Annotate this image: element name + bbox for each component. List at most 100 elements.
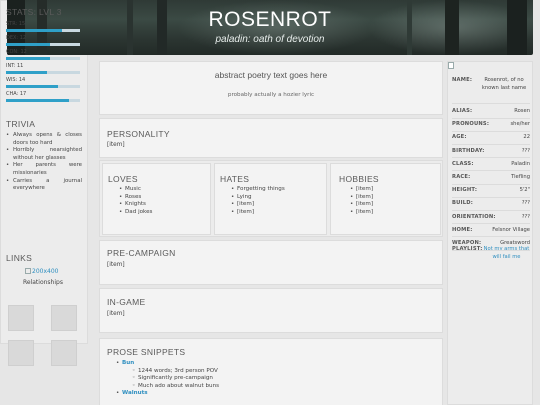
list-item: Music [119,186,152,194]
stat-bar [6,29,80,32]
profile-row: BIRTHDAY:??? [452,148,530,154]
list-item: Forgetting things [231,186,285,194]
stat-bar [6,71,80,74]
list-item: [item] [231,209,285,217]
profile-row: PRONOUNS: she/her [452,121,530,127]
profile-value: ??? [521,213,530,220]
page-subtitle: paladin: oath of devotion [215,34,325,45]
stat-bar-fill [6,43,51,46]
prose-heading: PROSE SNIPPETS [107,347,186,357]
profile-row: HOME: Felsnor Village [452,227,530,233]
list-item: Roses [119,194,152,202]
hobbies-heading: HOBBIES [339,174,379,184]
hates-list: Forgetting things Lying [item] [item] [231,186,285,216]
ingame-item: [item] [107,311,125,317]
precampaign-item: [item] [107,262,125,268]
header-banner: ROSENROT paladin: oath of devotion [7,0,533,55]
profile-value: Tiefling [511,174,530,180]
broken-image-icon [25,268,31,274]
profile-key: NAME: [452,77,473,83]
trivia-item: Her parents were missionaries [6,162,82,177]
profile-key: ORIENTATION: [452,213,496,220]
profile-row: ORIENTATION:??? [452,214,530,220]
poetry-panel: abstract poetry text goes here probably … [99,61,443,115]
profile-row: BUILD:??? [452,200,530,206]
loves-list: Music Roses Knights Dad jokes [119,186,152,216]
thumbnail-image[interactable] [51,340,77,366]
profile-key: HEIGHT: [452,187,478,194]
links-image[interactable]: 200x400 [25,268,58,275]
list-item: Knights [119,201,152,209]
profile-row: WEAPON: Greatsword [452,240,530,246]
profile-value: 22 [523,134,530,141]
stat-label: CHA: 17 [6,91,27,97]
prose-link-walnuts[interactable]: Walnuts [122,390,148,396]
stat-label: INT: 11 [6,63,24,69]
relationships-link[interactable]: Relationships [23,279,63,286]
stat-label: WIS: 14 [6,77,26,83]
stat-bar-fill [6,57,51,60]
trivia-list: Always opens & closes doors too hard Hor… [6,132,82,193]
list-item: Dad jokes [119,209,152,217]
prose-detail: Significantly pre-campaign [138,375,213,382]
profile-row: CLASS: Paladin [452,161,530,167]
page-title: ROSENROT [208,8,332,31]
personality-heading: PERSONALITY [107,129,170,139]
profile-key: BIRTHDAY: [452,147,485,154]
profile-name-value: Rosenrot, of no known last name [481,77,527,91]
broken-image-icon [448,62,454,69]
profile-value: Felsnor Village [492,226,530,233]
links-heading: LINKS [6,253,33,263]
thumbnail-image[interactable] [8,305,34,331]
profile-value: ??? [521,200,530,207]
traits-panel: LOVES Music Roses Knights Dad jokes HATE… [99,160,443,237]
list-item: [item] [231,201,285,209]
profile-name-row: NAME: Rosenrot, of no known last name [452,77,530,91]
precampaign-panel: PRE-CAMPAIGN [item] [99,240,443,285]
list-item: [item] [350,201,373,209]
loves-box: LOVES Music Roses Knights Dad jokes [102,163,211,235]
trivia-heading: TRIVIA [6,119,36,129]
stat-bar [6,99,80,102]
stats-heading: STATS: LVL 3 [6,7,62,17]
thumbnail-image[interactable] [51,305,77,331]
profile-row: HEIGHT: 5'2" [452,187,530,193]
ingame-heading: IN-GAME [107,297,146,307]
prose-detail: Much ado about walnut buns [138,382,220,389]
profile-value: 5'2" [519,187,530,194]
profile-value: she/her [510,121,530,128]
personality-panel: PERSONALITY [item] [99,118,443,158]
precampaign-heading: PRE-CAMPAIGN [107,248,176,258]
profile-row: AGE: 22 [452,134,530,140]
playlist-link[interactable]: Not my arms that will fail me [483,246,530,261]
list-item: [item] [350,209,373,217]
profile-row: RACE: Tiefling [452,174,530,180]
profile-key: HOME: [452,226,473,233]
profile-key: CLASS: [452,160,474,167]
profile-key: BUILD: [452,200,473,207]
profile-sidebar: NAME: Rosenrot, of no known last name PL… [447,61,533,405]
thumbnail-image[interactable] [8,340,34,366]
stat-label: STR: 15 [6,21,26,27]
profile-value: ??? [521,147,530,154]
stat-bar-fill [6,85,58,88]
profile-value: Greatsword [500,240,530,246]
hates-box: HATES Forgetting things Lying [item] [it… [214,163,327,235]
profile-key: WEAPON: [452,240,482,246]
profile-value: Paladin [511,160,530,167]
links-image-alt: 200x400 [32,268,59,275]
list-item: [item] [350,186,373,194]
profile-key: AGE: [452,134,467,141]
list-item: Lying [231,194,285,202]
loves-heading: LOVES [108,174,138,184]
trivia-item: Always opens & closes doors too hard [6,132,82,147]
list-item: [item] [350,194,373,202]
prose-link-bun[interactable]: Bun [122,360,134,366]
poetry-subtitle: probably actually a hozier lyric [227,92,315,98]
stat-bar [6,57,80,60]
poetry-title: abstract poetry text goes here [214,70,328,80]
stat-bar [6,85,80,88]
stat-bar [6,43,80,46]
stat-bar-fill [6,29,62,32]
ingame-panel: IN-GAME [item] [99,288,443,333]
